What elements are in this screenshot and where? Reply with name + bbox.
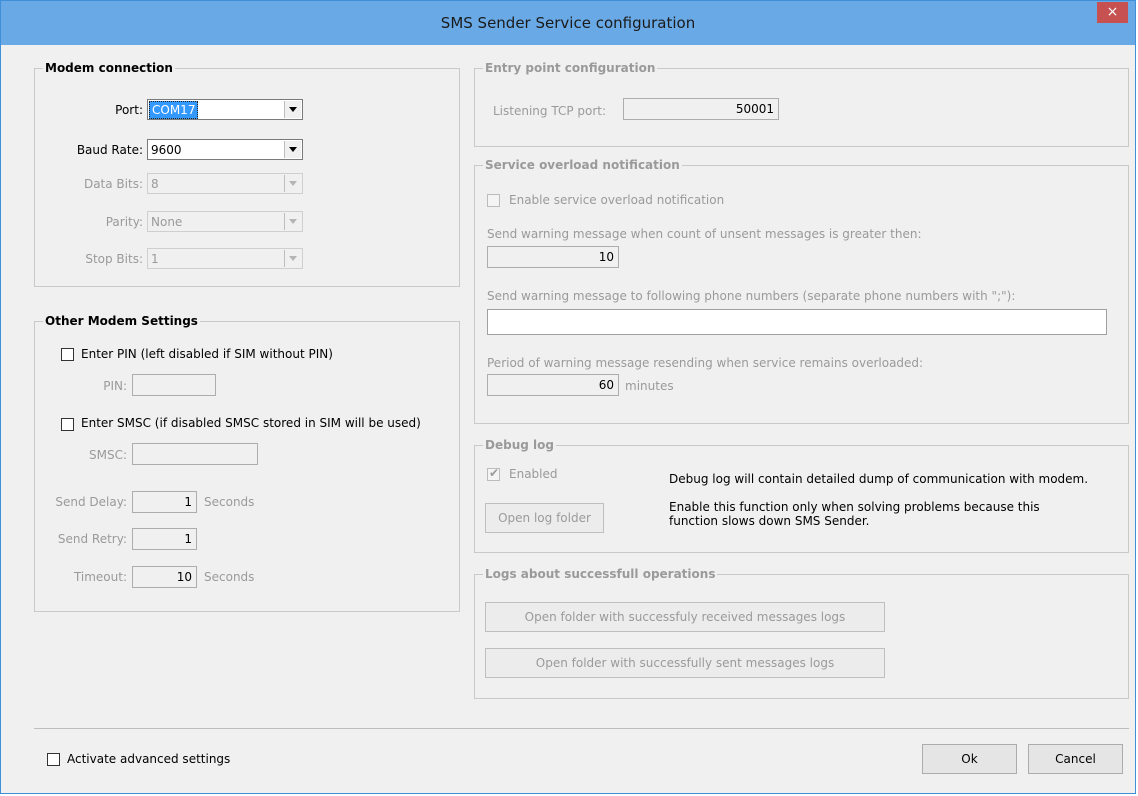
- timeout-label: Timeout:: [73, 570, 127, 584]
- period-unit: minutes: [625, 379, 674, 393]
- chevron-down-icon[interactable]: [284, 101, 301, 118]
- enter-pin-checkbox[interactable]: [61, 348, 74, 361]
- ok-button[interactable]: Ok: [922, 744, 1017, 774]
- debug-description-line1: Debug log will contain detailed dump of …: [669, 472, 1089, 486]
- warning-count-label: Send warning message when count of unsen…: [487, 227, 922, 241]
- phone-numbers-field[interactable]: [487, 309, 1107, 335]
- group-title: Other Modem Settings: [43, 313, 200, 329]
- stop-bits-select[interactable]: 1: [147, 248, 303, 269]
- group-title: Entry point configuration: [483, 60, 658, 76]
- open-sent-logs-button[interactable]: Open folder with successfully sent messa…: [485, 648, 885, 678]
- send-retry-field[interactable]: 1: [132, 528, 197, 550]
- title-bar[interactable]: SMS Sender Service configuration ×: [1, 1, 1135, 45]
- debug-enabled-label: Enabled: [509, 467, 558, 481]
- logs-operations-group: Logs about successfull operations: [474, 566, 1129, 699]
- parity-value: None: [151, 215, 183, 229]
- stop-bits-value: 1: [151, 252, 159, 266]
- group-title: Logs about successfull operations: [483, 566, 718, 582]
- send-delay-field[interactable]: 1: [132, 491, 197, 513]
- send-retry-label: Send Retry:: [57, 532, 127, 546]
- enable-overload-label: Enable service overload notification: [509, 193, 725, 207]
- period-field[interactable]: 60: [487, 374, 619, 396]
- parity-label: Parity:: [105, 215, 143, 229]
- footer-separator: [34, 728, 1129, 729]
- open-log-folder-button[interactable]: Open log folder: [485, 503, 604, 533]
- activate-advanced-checkbox[interactable]: [47, 753, 60, 766]
- stop-bits-label: Stop Bits:: [85, 252, 143, 266]
- enable-overload-checkbox[interactable]: [487, 194, 500, 207]
- data-bits-value: 8: [151, 177, 159, 191]
- period-label: Period of warning message resending when…: [487, 356, 924, 370]
- port-label: Port:: [115, 103, 143, 117]
- group-title: Debug log: [483, 437, 556, 453]
- window-title: SMS Sender Service configuration: [440, 14, 696, 32]
- activate-advanced-label: Activate advanced settings: [67, 752, 231, 766]
- check-icon: ✔: [489, 466, 500, 480]
- open-received-logs-button[interactable]: Open folder with successfuly received me…: [485, 602, 885, 632]
- group-title: Service overload notification: [483, 157, 682, 173]
- timeout-unit: Seconds: [204, 570, 255, 584]
- chevron-down-icon[interactable]: [284, 213, 301, 230]
- chevron-down-icon[interactable]: [284, 175, 301, 192]
- baud-rate-label: Baud Rate:: [76, 143, 143, 157]
- data-bits-label: Data Bits:: [83, 177, 143, 191]
- port-select[interactable]: COM17: [147, 99, 303, 120]
- send-delay-label: Send Delay:: [55, 495, 127, 509]
- timeout-field[interactable]: 10: [132, 566, 197, 588]
- chevron-down-icon[interactable]: [284, 141, 301, 158]
- group-title: Modem connection: [43, 60, 175, 76]
- cancel-button[interactable]: Cancel: [1028, 744, 1123, 774]
- enter-smsc-checkbox[interactable]: [61, 418, 74, 431]
- baud-rate-select[interactable]: 9600: [147, 139, 303, 160]
- baud-rate-value: 9600: [151, 143, 182, 157]
- data-bits-select[interactable]: 8: [147, 173, 303, 194]
- port-value: COM17: [149, 101, 199, 119]
- debug-description-line3: function slows down SMS Sender.: [669, 514, 870, 528]
- send-delay-unit: Seconds: [204, 495, 255, 509]
- config-window: SMS Sender Service configuration × Modem…: [0, 0, 1136, 794]
- tcp-port-field[interactable]: 50001: [623, 98, 779, 120]
- chevron-down-icon[interactable]: [284, 250, 301, 267]
- pin-label: PIN:: [103, 379, 127, 393]
- debug-enabled-checkbox[interactable]: ✔: [487, 466, 500, 481]
- parity-select[interactable]: None: [147, 211, 303, 232]
- pin-field[interactable]: [132, 374, 216, 396]
- enter-smsc-label: Enter SMSC (if disabled SMSC stored in S…: [81, 416, 421, 430]
- tcp-port-label: Listening TCP port:: [493, 104, 607, 118]
- close-button[interactable]: ×: [1097, 2, 1128, 23]
- smsc-field[interactable]: [132, 443, 258, 465]
- warning-count-field[interactable]: 10: [487, 246, 619, 268]
- enter-pin-label: Enter PIN (left disabled if SIM without …: [81, 347, 333, 361]
- smsc-label: SMSC:: [88, 448, 127, 462]
- phone-numbers-label: Send warning message to following phone …: [487, 289, 1016, 303]
